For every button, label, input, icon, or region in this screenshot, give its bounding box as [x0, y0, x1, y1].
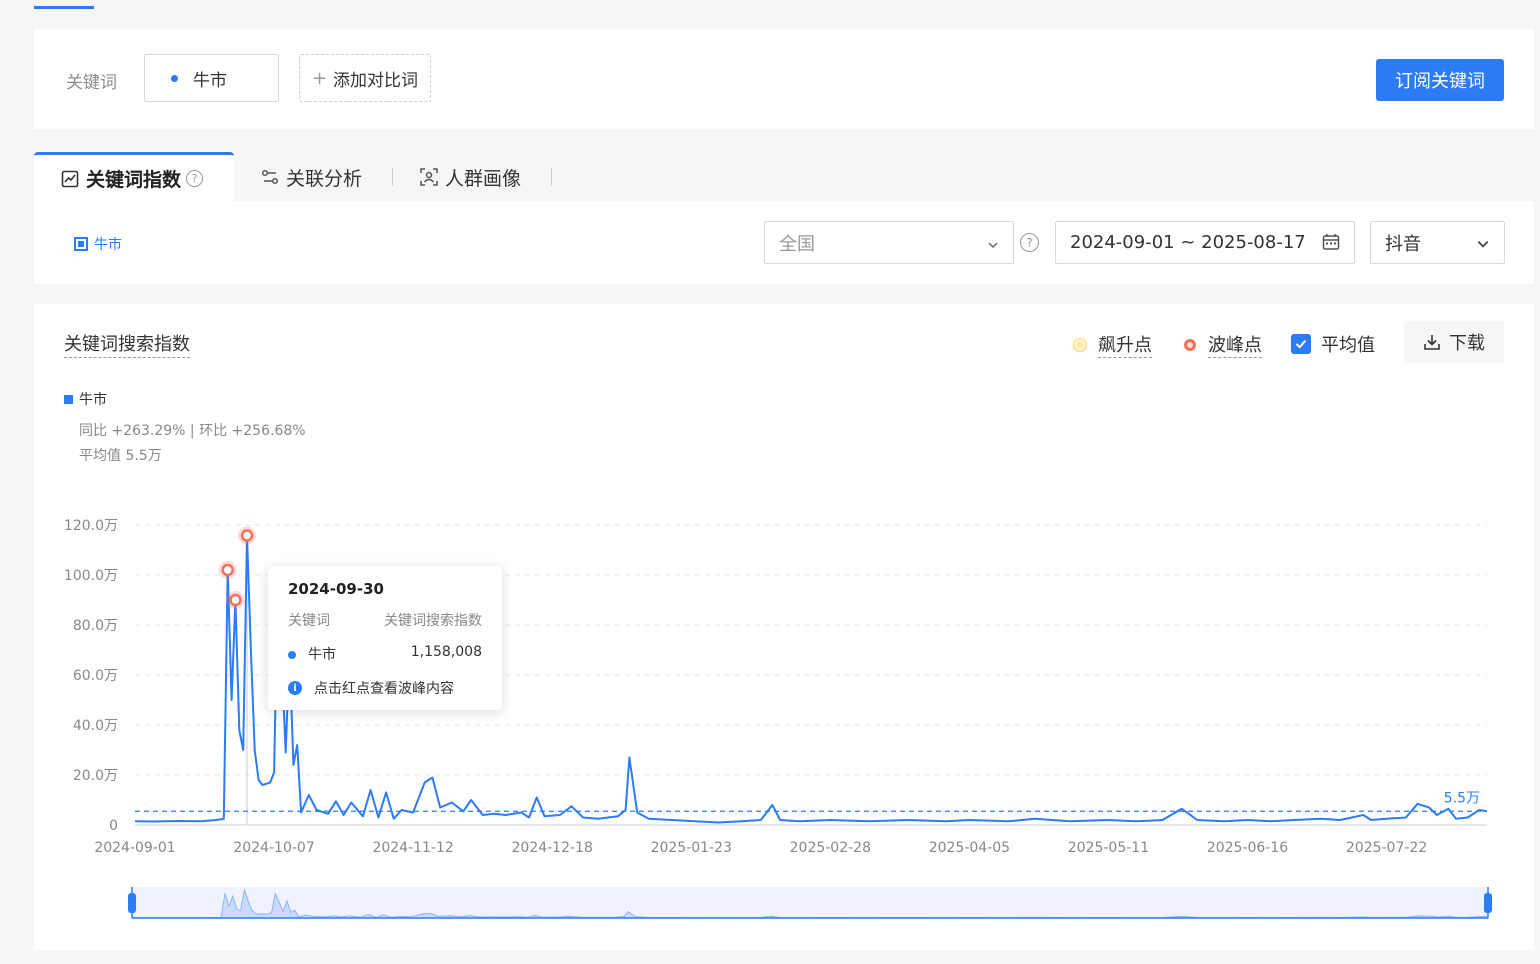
overview-drag-handle[interactable] [1484, 893, 1492, 913]
peak-point-marker [221, 563, 234, 577]
x-tick-label: 2025-02-28 [790, 840, 871, 856]
overview-track [132, 887, 1488, 918]
tooltip-date: 2024-09-30 [288, 580, 384, 598]
y-tick-label: 60.0万 [73, 668, 118, 684]
search-index-chart[interactable]: 0 20.0万 40.0万 60.0万 80.0万 100.0万 120.0万 2024-09… [0, 0, 1540, 964]
tooltip-col-keyword: 关键词 [288, 613, 330, 629]
chart-tooltip: 2024-09-30 关键词 关键词搜索指数 牛市 1,158,008 i 点击… [268, 566, 502, 710]
info-icon: i [288, 681, 302, 695]
tooltip-series-dot [288, 651, 296, 659]
tooltip-value: 1,158,008 [410, 644, 482, 660]
x-tick-label: 2025-04-05 [929, 840, 1010, 856]
overview-drag-handle[interactable] [128, 893, 136, 913]
peak-point-marker [229, 593, 242, 607]
x-tick-label: 2024-12-18 [512, 840, 593, 856]
tooltip-keyword: 牛市 [308, 647, 336, 663]
average-line-label: 5.5万 [1444, 790, 1480, 806]
x-tick-label: 2024-09-01 [94, 840, 175, 856]
y-tick-label: 0 [109, 818, 118, 834]
x-tick-label: 2025-01-23 [651, 840, 732, 856]
tooltip-col-index: 关键词搜索指数 [384, 613, 482, 629]
tooltip-hint: 点击红点查看波峰内容 [314, 681, 454, 697]
x-tick-label: 2024-10-07 [233, 840, 314, 856]
x-tick-label: 2025-05-11 [1068, 840, 1149, 856]
y-tick-label: 80.0万 [73, 618, 118, 634]
x-tick-label: 2025-06-16 [1207, 840, 1288, 856]
y-tick-label: 100.0万 [64, 568, 118, 584]
peak-point-marker [240, 529, 254, 542]
x-tick-label: 2025-07-22 [1346, 840, 1427, 856]
x-tick-label: 2024-11-12 [372, 840, 453, 856]
y-tick-label: 20.0万 [73, 768, 118, 784]
y-tick-label: 120.0万 [64, 518, 118, 534]
y-tick-label: 40.0万 [73, 718, 118, 734]
